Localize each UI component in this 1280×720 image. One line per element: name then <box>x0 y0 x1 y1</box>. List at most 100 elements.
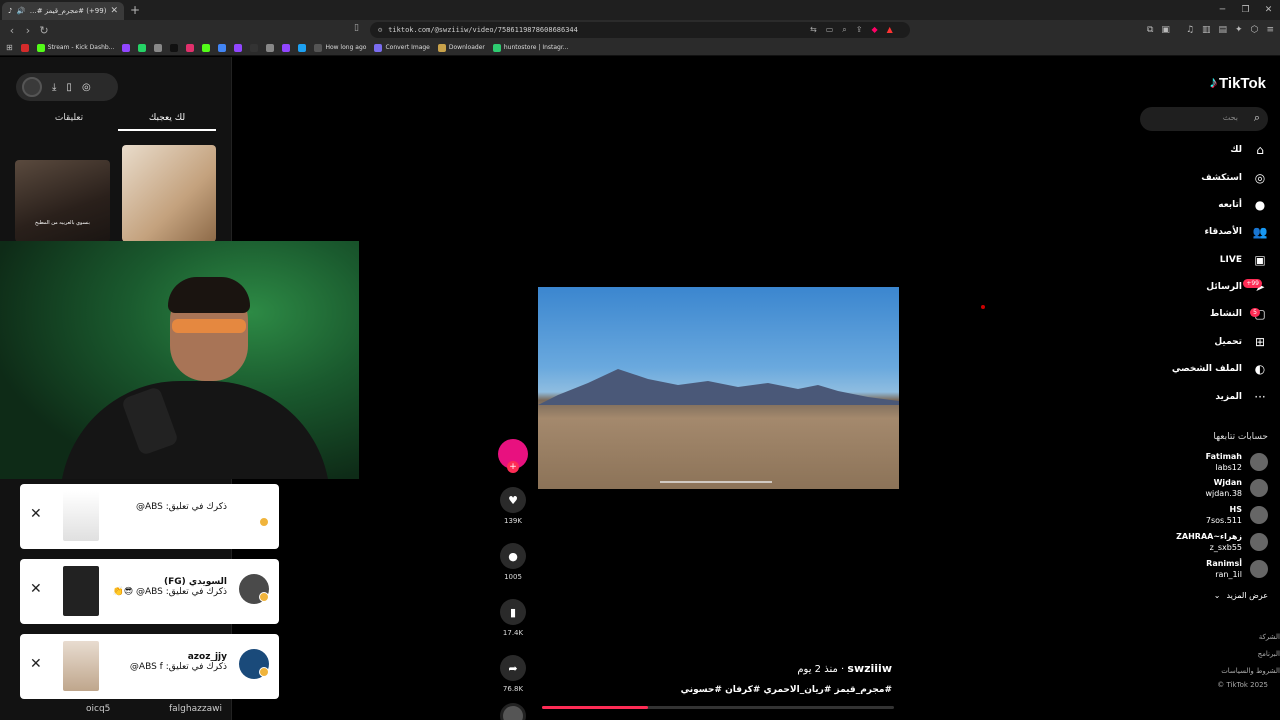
tab-for-you[interactable]: لك يعجبك <box>118 109 216 131</box>
bookmark-icon[interactable]: ▯ <box>354 23 359 33</box>
related-video-thumb[interactable]: بنسوي بالعربيه من المطبخ <box>15 160 110 242</box>
video-progress-bar[interactable] <box>542 706 894 709</box>
followed-account[interactable]: Fatimah labs12 <box>1206 451 1268 473</box>
close-tab-icon[interactable]: ✕ <box>110 6 118 16</box>
sidebar-item[interactable]: ◎ استكشف <box>1201 170 1268 186</box>
save-button[interactable]: ▮ <box>500 599 526 625</box>
bookmark-item[interactable]: Stream - Kick Dashb... <box>36 43 114 52</box>
followed-account[interactable]: ZAHRAA~زهراء z_sxb55 <box>1176 531 1268 553</box>
tiktok-logo[interactable]: ♪ TikTok <box>1209 74 1266 92</box>
brave-shield-icon[interactable]: ◆ <box>871 22 877 38</box>
followed-account[interactable]: Ranimsأ ran_1il <box>1206 558 1268 580</box>
notification-card[interactable]: ✕ السويدي (FG) ذكرك في تعليق: ABS@ 😎👏 <box>20 559 279 624</box>
compass-icon[interactable]: ◎ <box>82 82 91 93</box>
bookmark-item[interactable] <box>218 43 227 52</box>
bookmark-icon: ▮ <box>509 605 517 619</box>
avatar <box>1250 453 1268 471</box>
notification-card[interactable]: ✕ azoz_jjy ذكرك في تعليق: ABS f@ <box>20 634 279 699</box>
url-text: tiktok.com/@swziiiw/video/75861198786086… <box>388 26 578 34</box>
close-icon[interactable]: ✕ <box>30 656 42 672</box>
tab-comments[interactable]: تعليقات <box>20 109 118 131</box>
bookmark-item[interactable] <box>138 43 147 52</box>
sidebar-item[interactable]: ⊞ تحميل <box>1214 334 1268 350</box>
search-icon[interactable]: ⌕ <box>1254 111 1260 125</box>
close-window-button[interactable]: ✕ <box>1257 0 1280 20</box>
audio-icon[interactable]: 🔊 <box>16 7 25 15</box>
video-hashtags[interactable]: #مجرم_قيمز #ريان_الاحمري #كرفان #حسوني <box>560 685 892 695</box>
notification-badge <box>259 592 269 602</box>
bookmark-item[interactable]: Convert Image <box>374 43 430 52</box>
footer-link[interactable]: الشركة <box>1221 629 1280 646</box>
related-video-thumb[interactable] <box>122 145 216 242</box>
extension-icon[interactable]: ⧉ <box>1147 22 1153 38</box>
video-author-name[interactable]: oicq5 <box>86 704 110 714</box>
tiktok-page: ⤓ ▯ ◎ لك يعجبك تعليقات بنسوي بالعربيه من… <box>0 57 1280 720</box>
menu-icon[interactable]: ≡ <box>1266 22 1274 38</box>
avatar[interactable] <box>22 77 42 97</box>
bookmark-item[interactable] <box>170 43 179 52</box>
browser-tab[interactable]: ♪ 🔊 (99+) #مجرم_قيمز #ريان_الاحمـ... ✕ <box>2 2 124 20</box>
video-author-name[interactable]: falghazzawi <box>169 704 222 714</box>
see-more-button[interactable]: عرض المزيد ⌄ <box>1214 591 1268 600</box>
bookmark-item[interactable] <box>202 43 211 52</box>
rewards-icon[interactable]: ▲ <box>887 22 893 38</box>
minimize-button[interactable]: ─ <box>1211 0 1234 20</box>
footer-link[interactable]: الشروط والسياسات <box>1221 663 1280 680</box>
bookmark-item[interactable] <box>154 43 163 52</box>
sidebar-item[interactable]: 👥 الأصدقاء <box>1204 224 1268 240</box>
close-icon[interactable]: ✕ <box>30 506 42 522</box>
new-tab-button[interactable]: + <box>130 3 140 17</box>
bookmark-item[interactable] <box>186 43 195 52</box>
comment-button[interactable]: ● <box>500 543 526 569</box>
music-disc-icon[interactable] <box>500 703 526 720</box>
sidebar-item[interactable]: ⌂ لك <box>1230 142 1268 158</box>
follow-plus-icon[interactable]: + <box>507 461 519 473</box>
bookmark-item[interactable]: How long ago <box>314 43 366 52</box>
forward-button[interactable]: › <box>20 24 36 37</box>
zoom-icon[interactable]: ⌕ <box>842 22 846 38</box>
music-icon[interactable]: ♫ <box>1186 22 1194 38</box>
video-author[interactable]: swziiiw <box>847 662 892 675</box>
footer-link[interactable]: البرنامج <box>1221 646 1280 663</box>
bookmark-item[interactable] <box>282 43 291 52</box>
apps-icon[interactable]: ⊞ <box>6 43 13 52</box>
vpn-icon[interactable]: ⬡ <box>1251 22 1259 38</box>
bookmark-item[interactable] <box>250 43 259 52</box>
sidebar-item[interactable]: ▣ LIVE <box>1220 252 1268 268</box>
video-player[interactable] <box>538 287 899 489</box>
bookmark-item[interactable] <box>234 43 243 52</box>
tiktok-note-icon: ♪ <box>1209 74 1218 91</box>
wallet-icon[interactable]: ▤ <box>1219 22 1228 38</box>
sidebar-item[interactable]: ◐ الملف الشخصي <box>1172 361 1268 377</box>
followed-account[interactable]: HS 7sos.511 <box>1206 504 1268 526</box>
reload-button[interactable]: ↻ <box>36 24 52 37</box>
notification-card[interactable]: ✕ ذكرك في تعليق: ABS@ <box>20 484 279 549</box>
sidebar-icon[interactable]: ▥ <box>1202 22 1211 38</box>
bookmark-item[interactable]: huntostore | Instagr... <box>492 43 569 52</box>
search-input[interactable]: بحث ⌕ <box>1140 107 1268 131</box>
bookmark-item[interactable]: Downloader <box>437 43 485 52</box>
translate-icon[interactable]: ⇆ <box>810 22 817 38</box>
sidebar-item[interactable]: ● أتابعه <box>1218 197 1268 213</box>
close-icon[interactable]: ✕ <box>30 581 42 597</box>
followed-account[interactable]: Wjdan wjdan.38 <box>1205 477 1268 499</box>
cast-icon[interactable]: ▭ <box>826 22 834 38</box>
bookmark-item[interactable] <box>122 43 131 52</box>
account-names: Fatimah labs12 <box>1206 451 1242 473</box>
share-icon[interactable]: ⇪ <box>856 22 863 38</box>
sidebar-item[interactable]: ··· المزيد <box>1215 389 1268 405</box>
maximize-button[interactable]: ❐ <box>1234 0 1257 20</box>
site-info-icon[interactable]: ⚙ <box>378 26 382 34</box>
like-button[interactable]: ♥ <box>500 487 526 513</box>
extension-icon[interactable]: ▣ <box>1161 22 1170 38</box>
bookmark-item[interactable] <box>298 43 307 52</box>
back-button[interactable]: ‹ <box>4 24 20 37</box>
phone-icon[interactable]: ▯ <box>66 82 72 93</box>
bookmark-item[interactable] <box>266 43 275 52</box>
leo-icon[interactable]: ✦ <box>1235 22 1243 38</box>
share-button[interactable]: ➦ <box>500 655 526 681</box>
bookmark-item[interactable] <box>20 43 29 52</box>
download-icon[interactable]: ⤓ <box>52 82 56 93</box>
profile-icon: ◐ <box>1254 362 1266 376</box>
creator-avatar[interactable]: + <box>498 439 528 473</box>
